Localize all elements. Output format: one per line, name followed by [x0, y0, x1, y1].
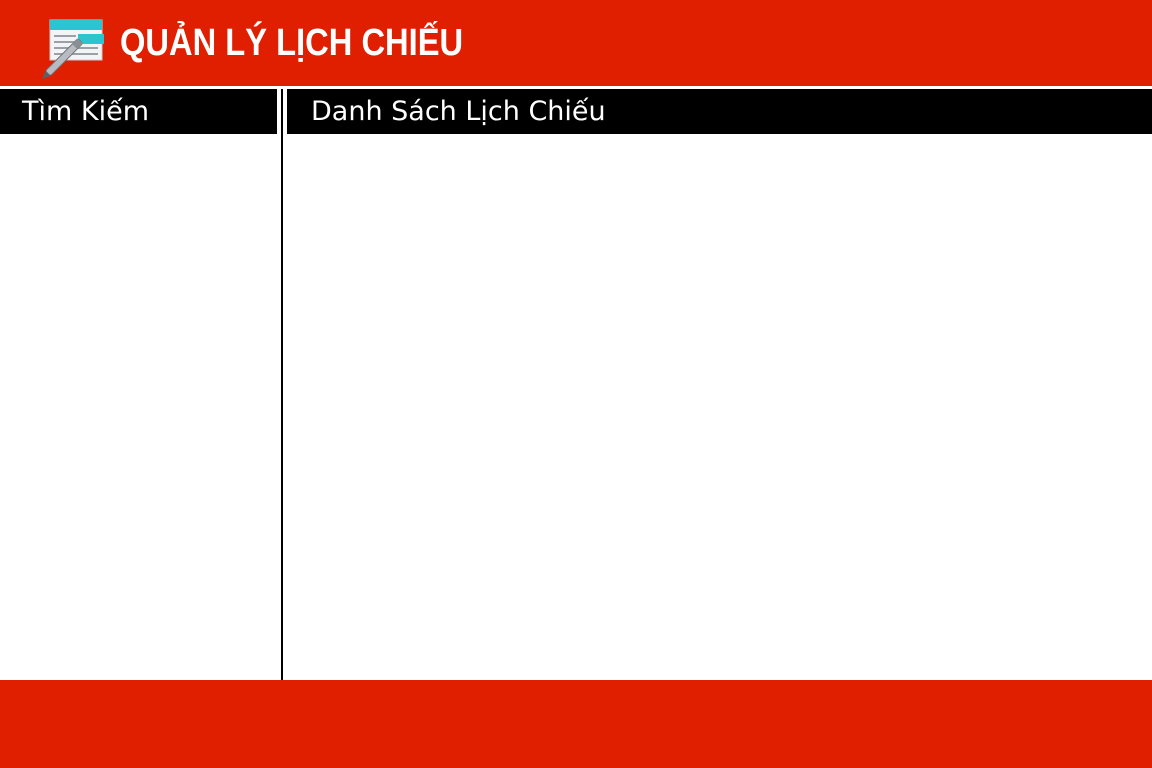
schedule-list-panel	[284, 134, 1152, 680]
search-panel-title: Tìm Kiếm	[0, 89, 277, 134]
page-title: QUẢN LÝ LỊCH CHIẾU	[120, 22, 464, 64]
app-header: QUẢN LÝ LỊCH CHIẾU	[0, 0, 1152, 86]
panel-divider	[281, 89, 283, 680]
app-footer	[0, 680, 1152, 768]
search-panel	[0, 89, 277, 680]
schedule-list-title: Danh Sách Lịch Chiếu	[287, 89, 1152, 134]
schedule-edit-icon	[38, 14, 108, 80]
